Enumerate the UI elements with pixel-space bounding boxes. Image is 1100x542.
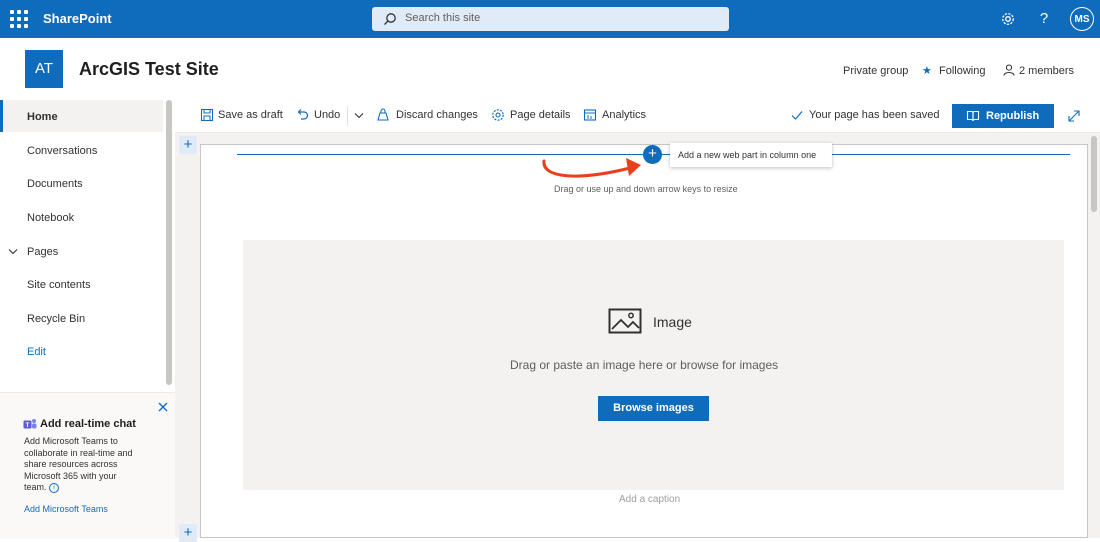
image-web-part-dropzone[interactable]: Image Drag or paste an image here or bro… <box>243 240 1064 490</box>
nav-item-site-contents[interactable]: Site contents <box>27 279 91 291</box>
canvas-scrollbar[interactable] <box>1091 136 1097 212</box>
image-drop-hint: Drag or paste an image here or browse fo… <box>510 358 779 372</box>
nav-scrollbar[interactable] <box>166 100 172 385</box>
page-details-gear-icon <box>492 109 504 121</box>
search-placeholder: Search this site <box>405 12 481 24</box>
members-button[interactable]: 2 members <box>1019 65 1074 77</box>
teams-card-title: Add real-time chat <box>40 418 136 430</box>
nav-item-conversations[interactable]: Conversations <box>27 145 97 157</box>
user-avatar[interactable]: MS <box>1070 7 1094 31</box>
undo-dropdown-chevron-icon[interactable] <box>354 112 364 119</box>
discard-changes-button[interactable]: Discard changes <box>396 109 478 121</box>
checkmark-icon <box>791 111 803 120</box>
chevron-down-icon[interactable] <box>8 248 18 256</box>
info-icon[interactable]: i <box>49 483 60 493</box>
nav-item-pages[interactable]: Pages <box>27 246 58 258</box>
analytics-button[interactable]: Analytics <box>602 109 646 121</box>
add-teams-link[interactable]: Add Microsoft Teams <box>24 504 108 514</box>
following-button[interactable]: Following <box>939 65 985 77</box>
undo-icon <box>297 109 309 120</box>
resize-hint: Drag or use up and down arrow keys to re… <box>554 184 738 194</box>
help-icon[interactable]: ? <box>1034 9 1054 29</box>
republish-button[interactable]: Republish <box>952 104 1054 128</box>
save-status-text: Your page has been saved <box>809 109 940 121</box>
person-icon <box>1003 64 1015 76</box>
teams-card-body: Add Microsoft Teams to collaborate in re… <box>24 436 133 493</box>
site-logo[interactable]: AT <box>25 50 63 88</box>
expand-icon[interactable] <box>1067 109 1081 123</box>
suite-bar: SharePoint Search this site ? MS <box>0 0 1100 38</box>
republish-label: Republish <box>986 110 1040 122</box>
image-web-part-title: Image <box>653 314 692 330</box>
nav-item-documents[interactable]: Documents <box>27 178 83 190</box>
teams-icon: T <box>23 419 37 429</box>
settings-gear-icon[interactable] <box>998 9 1018 29</box>
site-title[interactable]: ArcGIS Test Site <box>79 59 219 80</box>
discard-icon <box>377 108 389 121</box>
close-icon[interactable] <box>158 402 168 412</box>
nav-item-home[interactable]: Home <box>27 111 58 123</box>
search-icon <box>384 13 396 25</box>
add-section-top-button[interactable]: + <box>179 136 197 154</box>
app-launcher-icon[interactable] <box>10 10 28 28</box>
book-icon <box>966 110 980 122</box>
star-icon[interactable]: ★ <box>922 64 932 77</box>
nav-active-indicator <box>0 100 3 132</box>
search-box[interactable]: Search this site <box>372 7 729 31</box>
add-section-bottom-button[interactable]: + <box>179 524 197 542</box>
teams-promo-card: T Add real-time chat Add Microsoft Teams… <box>0 392 175 539</box>
nav-item-recycle-bin[interactable]: Recycle Bin <box>27 313 85 325</box>
undo-button[interactable]: Undo <box>314 109 340 121</box>
toolbar-divider <box>347 106 348 126</box>
analytics-icon <box>583 109 597 121</box>
page-details-button[interactable]: Page details <box>510 109 571 121</box>
image-placeholder-icon <box>608 308 642 334</box>
nav-item-notebook[interactable]: Notebook <box>27 212 74 224</box>
add-web-part-tooltip: Add a new web part in column one <box>670 143 832 167</box>
svg-text:T: T <box>26 422 30 429</box>
browse-images-button[interactable]: Browse images <box>598 396 709 421</box>
save-as-draft-button[interactable]: Save as draft <box>218 109 283 121</box>
nav-edit-link[interactable]: Edit <box>27 346 46 358</box>
privacy-label: Private group <box>843 65 909 77</box>
caption-input[interactable]: Add a caption <box>619 494 680 505</box>
save-icon <box>200 108 214 122</box>
brand-link[interactable]: SharePoint <box>43 11 112 26</box>
